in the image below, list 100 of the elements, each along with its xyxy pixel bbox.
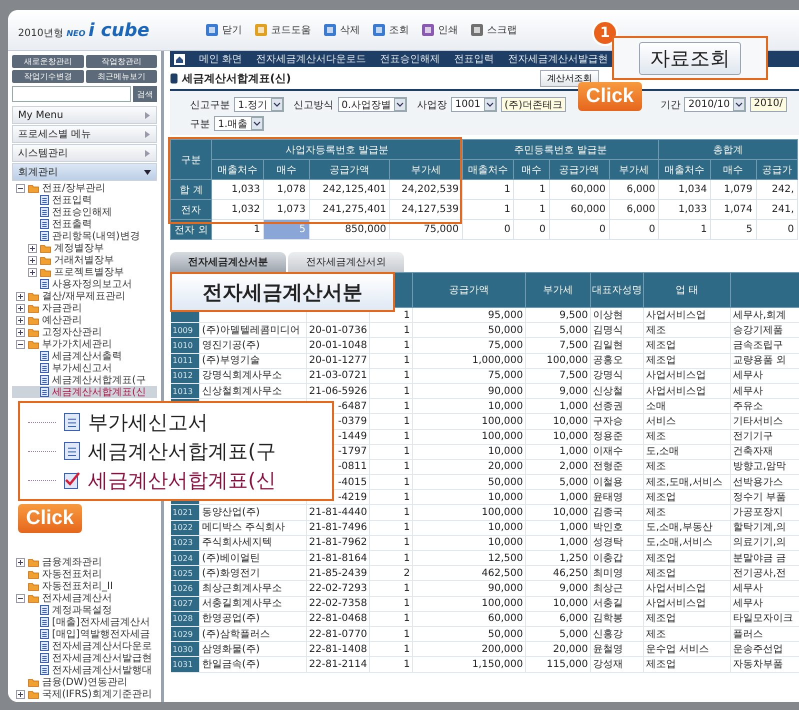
table-cell: 금속조립구 (730, 338, 799, 354)
tree-item[interactable]: 부가세신고서 (12, 362, 157, 374)
table-cell: 가공포장지 (730, 504, 799, 520)
tree-item[interactable]: 고정자산관리 (12, 326, 157, 338)
table-cell: 75,000 (390, 220, 462, 240)
select-field[interactable]: 1001 (451, 97, 497, 112)
tree-item[interactable]: 국제(IFRS)회계기준관리 (12, 688, 157, 700)
table-cell: 241,275,401 (309, 200, 390, 220)
query-button[interactable]: 계산서조회 (540, 70, 599, 86)
tree-item[interactable]: [매출]전자세금계산서 (12, 616, 157, 628)
tree-item[interactable]: 전자세금계산서발행대 (12, 664, 157, 676)
table-cell: 1 (370, 611, 412, 626)
tab[interactable]: 전자세금계산서외 (288, 252, 404, 272)
tree-item[interactable]: 전자세금계산서발급현 (12, 652, 157, 664)
tree-item[interactable]: 전자세금계산서다운로 (12, 640, 157, 652)
select-field[interactable]: 2010/10 (684, 97, 746, 112)
tree-item[interactable]: 전표/장부관리 (12, 182, 157, 194)
table-cell: 1 (462, 200, 514, 220)
sidebar-button[interactable]: 새로운창관리 (12, 55, 84, 68)
tree-item[interactable]: 거래처별장부 (12, 254, 157, 266)
tree-item[interactable]: 전자세금계산서 (12, 592, 157, 604)
tree-item[interactable]: 금융(DW)연동관리 (12, 676, 157, 688)
tree-item[interactable]: 자동전표처리 (12, 568, 157, 580)
tree-item[interactable]: 자금관리 (12, 302, 157, 314)
tree-item[interactable]: 관리항목(내역)변경 (12, 230, 157, 242)
table-cell: 10,000 (526, 596, 590, 612)
table-cell: 50,000 (412, 626, 526, 642)
table-cell: 9,000 (526, 580, 590, 596)
table-cell: 1 (370, 520, 412, 536)
search-data-button[interactable]: 자료조회 (639, 42, 741, 74)
table-cell: 신상철 (590, 383, 644, 399)
table-cell: 1,074 (710, 200, 756, 220)
tree-item[interactable]: 부가가치세관리 (12, 338, 157, 350)
row-number: 1009 (170, 322, 200, 338)
table-cell: 주유소 (730, 398, 799, 414)
click-label: Click (578, 82, 642, 111)
tree-item[interactable]: 프로젝트별장부 (12, 266, 157, 278)
table-cell: 21-03-0721 (306, 368, 370, 384)
row-number: 1023 (170, 535, 200, 550)
menu-header[interactable]: 회계관리 (12, 163, 157, 181)
row-number: 1013 (170, 383, 200, 399)
table-cell: 22-81-2114 (306, 656, 370, 672)
select-field[interactable]: 1.정기 (234, 97, 284, 112)
search-button[interactable]: 검색 (133, 86, 157, 102)
table-cell: 1,000 (526, 490, 590, 505)
column-header: 업 태 (644, 272, 730, 308)
tree-item[interactable]: 전표입력 (12, 194, 157, 206)
toolbar-button[interactable]: 인쇄 (419, 23, 460, 37)
tree-item[interactable]: 계정별장부 (12, 242, 157, 254)
tree-item[interactable]: 세금계산서합계표(구 (12, 374, 157, 386)
toolbar-button[interactable]: 코드도움 (252, 23, 313, 37)
sidebar-button[interactable]: 작업창관리 (86, 55, 157, 68)
table-cell: 1,079 (710, 180, 756, 200)
tree-item[interactable]: 세금계산서출력 (12, 350, 157, 362)
navigation-tab[interactable]: 전표승인해제 (380, 52, 440, 66)
table-cell: 0 (756, 220, 798, 240)
tree-item[interactable]: 결산/재무제표관리 (12, 290, 157, 302)
table-cell: 주식회사세지텍 (200, 535, 306, 550)
table-cell: 1 (370, 353, 412, 368)
toolbar-button[interactable]: 조회 (370, 23, 411, 37)
tree-item[interactable]: [매입]역발행전자세금 (12, 628, 157, 640)
table-header: 주민등록번호 발급분 (462, 140, 659, 160)
sidebar-button[interactable]: 작업기수변경 (12, 70, 84, 83)
table-cell: 동양산업(주) (200, 504, 306, 520)
menu-header[interactable]: 시스템관리 (12, 144, 157, 162)
toolbar-button[interactable]: 스크랩 (468, 23, 519, 37)
navigation-tab[interactable]: 전자세금계산서다운로드 (256, 52, 366, 66)
tree-item[interactable]: 전표출력 (12, 218, 157, 230)
field-label: 신고구분 (190, 98, 230, 112)
menu-header[interactable]: My Menu (12, 106, 157, 124)
table-cell: 1 (370, 414, 412, 429)
tree-item[interactable]: 전표승인해제 (12, 206, 157, 218)
menu-header[interactable]: 프로세스별 메뉴 (12, 125, 157, 143)
tree-item[interactable]: 예산관리 (12, 314, 157, 326)
table-cell: 20-01-1048 (306, 338, 370, 354)
row-number: 1030 (170, 642, 200, 657)
sidebar-button[interactable]: 최근메뉴보기 (86, 70, 157, 83)
select-field[interactable]: 1.매출 (214, 116, 264, 131)
table-cell: 1,032 (212, 200, 264, 220)
select-field[interactable]: 0.사업장별 (338, 97, 408, 112)
tab[interactable]: 전자세금계산서분 (170, 252, 286, 272)
tree-item[interactable]: 자동전표처리_II (12, 580, 157, 592)
tree-item[interactable]: 사용자정의보고서 (12, 278, 157, 290)
navigation-tab[interactable]: 전표입력 (454, 52, 494, 66)
table-cell: 사업서비스업 (644, 383, 730, 399)
table-cell: 사업서비스업 (644, 596, 730, 612)
navigation-tab[interactable]: 메인 화면 (199, 52, 242, 66)
navigation-tab[interactable]: 전자세금계산서발급현 (508, 52, 608, 66)
table-cell: 1 (370, 368, 412, 384)
tree-item[interactable]: 세금계산서합계표(신 (12, 386, 157, 398)
tree-item[interactable]: 금융계좌관리 (12, 556, 157, 568)
table-cell: 200,000 (412, 642, 526, 657)
table-cell: 제조,도매,서비스 (644, 474, 730, 490)
tree-item[interactable]: 계정과목설정 (12, 604, 157, 616)
toolbar-button[interactable]: 닫기 (203, 23, 244, 37)
text-field[interactable]: (주)더존테크 (500, 97, 566, 112)
text-field[interactable]: 2010/ (750, 97, 787, 112)
table-cell: 0 (609, 220, 659, 240)
toolbar-button[interactable]: 삭제 (321, 23, 362, 37)
table-cell: 10,000 (412, 490, 526, 505)
